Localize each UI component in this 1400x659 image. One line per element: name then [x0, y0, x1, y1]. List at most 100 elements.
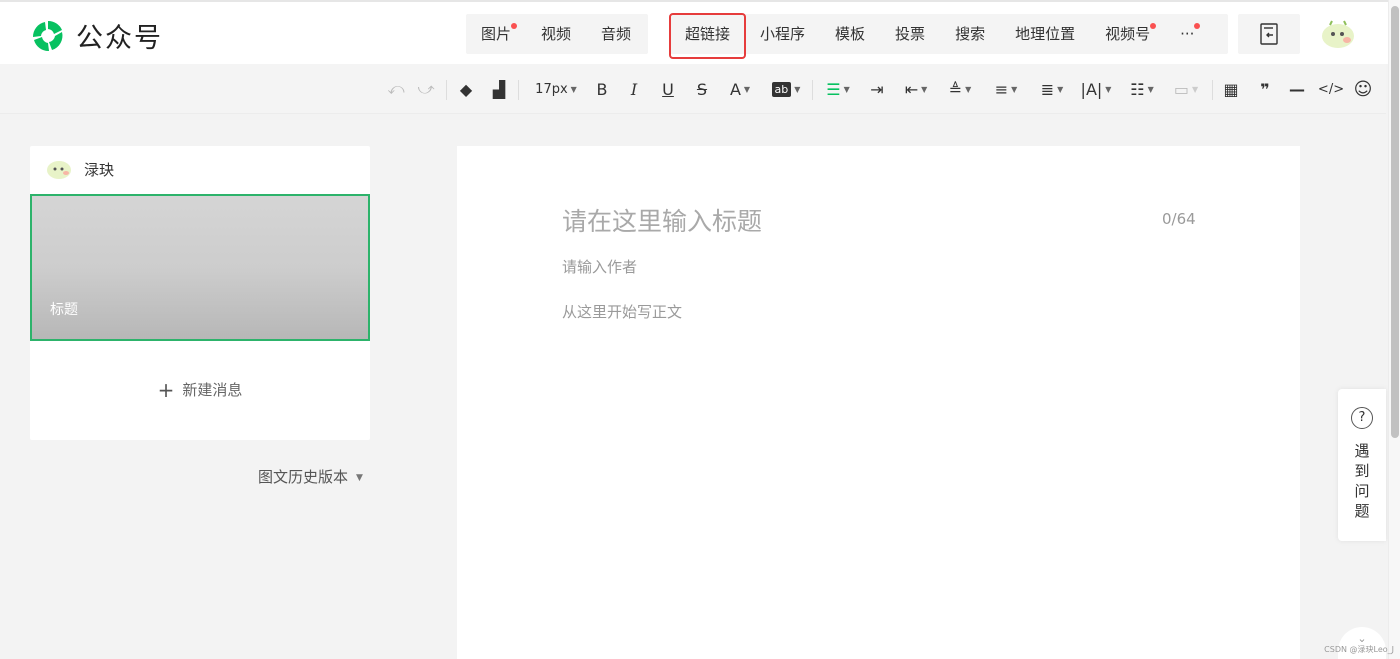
help-label: 遇到问题 [1354, 442, 1370, 520]
insert-video-button[interactable]: 视频 [526, 14, 586, 54]
strikethrough-icon[interactable]: S [692, 64, 712, 114]
format-painter-icon[interactable]: ▟ [488, 64, 510, 114]
insert-channels-label: 视频号 [1105, 25, 1151, 43]
indent-icon[interactable]: ⇥ [866, 64, 888, 114]
help-label-wrap: 遇到问题 [1338, 441, 1386, 521]
document-import-icon [1260, 23, 1278, 45]
caret-down-icon: ▼ [1057, 84, 1064, 94]
watermark: CSDN @渌玦Leo_J [1324, 645, 1394, 654]
font-size-value: 17px [535, 81, 568, 97]
insert-hyperlink-button[interactable]: 超链接 [670, 14, 745, 54]
italic-icon[interactable]: I [624, 64, 644, 114]
page-scrollbar[interactable] [1388, 0, 1400, 659]
caret-down-icon: ▼ [1147, 84, 1154, 94]
account-row: 渌玦 [46, 158, 114, 180]
background-color-icon[interactable]: ab ▼ [768, 64, 804, 114]
insert-search-button[interactable]: 搜索 [940, 14, 1000, 54]
letter-spacing-icon[interactable]: |A| ▼ [1078, 64, 1114, 114]
new-badge-dot [511, 23, 518, 29]
caret-down-icon: ▼ [1191, 84, 1199, 94]
font-size-select[interactable]: 17px ▼ [530, 64, 582, 114]
insert-hyperlink-label: 超链接 [685, 25, 731, 43]
caret-down-icon: ▼ [356, 473, 363, 483]
content-insert-group: 超链接 小程序 模板 投票 搜索 地理位置 视频号 ··· [670, 14, 1228, 54]
history-versions-dropdown[interactable]: 图文历史版本 ▼ [258, 466, 363, 487]
indent-first-icon[interactable]: ≣ ▼ [1034, 64, 1070, 114]
wechat-mp-logo-icon [32, 20, 63, 51]
new-message-button[interactable]: + 新建消息 [30, 378, 370, 402]
outdent-icon[interactable]: ⇤ ▼ [898, 64, 934, 114]
toolbar-divider [518, 80, 519, 100]
clear-format-icon[interactable]: ◆ [455, 64, 477, 114]
account-name: 渌玦 [84, 160, 115, 179]
align-icon[interactable]: ☰ ▼ [820, 64, 856, 114]
insert-vote-label: 投票 [895, 25, 926, 43]
logo[interactable]: 公众号 [30, 16, 163, 55]
article-item-title: 标题 [50, 302, 78, 318]
table-icon[interactable]: ▦ [1220, 64, 1242, 114]
redo-icon[interactable]: ⤻ [416, 64, 436, 114]
underline-icon[interactable]: U [658, 64, 678, 114]
plus-icon: + [157, 378, 175, 402]
insert-template-button[interactable]: 模板 [820, 14, 880, 54]
divider-icon[interactable]: — [1286, 64, 1308, 114]
list-icon[interactable]: ☷ ▼ [1124, 64, 1160, 114]
caret-down-icon: ▼ [843, 84, 850, 94]
scrollbar-thumb[interactable] [1391, 6, 1399, 438]
more-options-button[interactable]: ··· [1165, 14, 1209, 54]
caret-down-icon: ▼ [1011, 84, 1018, 94]
insert-audio-label: 音频 [601, 25, 632, 43]
caret-down-icon: ▼ [1105, 84, 1112, 94]
caret-down-icon: ▼ [570, 84, 577, 94]
insert-template-label: 模板 [835, 25, 866, 43]
insert-vote-button[interactable]: 投票 [880, 14, 940, 54]
insert-miniprogram-label: 小程序 [760, 25, 806, 43]
insert-channels-button[interactable]: 视频号 [1090, 14, 1165, 54]
insert-image-button[interactable]: 图片 [466, 14, 526, 54]
caret-down-icon: ▼ [794, 84, 801, 94]
history-versions-label: 图文历史版本 [258, 468, 349, 486]
new-badge-dot [1150, 23, 1157, 29]
insert-search-label: 搜索 [955, 25, 986, 43]
media-insert-group: 图片 视频 音频 [466, 14, 648, 54]
emoji-icon[interactable]: ☺ [1352, 64, 1374, 114]
toolbar-divider [1212, 80, 1213, 100]
help-panel[interactable]: ? 遇到问题 [1338, 389, 1386, 541]
toolbar-divider [446, 80, 447, 100]
insert-miniprogram-button[interactable]: 小程序 [745, 14, 820, 54]
bold-icon[interactable]: B [592, 64, 612, 114]
float-icon[interactable]: ▭ ▼ [1168, 64, 1204, 114]
code-icon[interactable]: </> [1318, 64, 1344, 114]
author-input[interactable]: 请输入作者 [562, 256, 637, 277]
insert-video-label: 视频 [541, 25, 572, 43]
insert-location-button[interactable]: 地理位置 [1000, 14, 1090, 54]
new-message-label: 新建消息 [182, 381, 243, 399]
caret-down-icon: ▼ [965, 84, 972, 94]
quote-icon[interactable]: ❞ [1254, 64, 1276, 114]
question-icon: ? [1351, 407, 1373, 429]
title-input[interactable]: 请在这里输入标题 [562, 202, 762, 238]
article-editor: 请在这里输入标题 0/64 请输入作者 从这里开始写正文 [457, 146, 1300, 659]
article-list-card: 渌玦 标题 + 新建消息 [30, 146, 370, 440]
title-char-count: 0/64 [1162, 210, 1196, 228]
insert-location-label: 地理位置 [1015, 25, 1076, 43]
top-bar: 公众号 图片 视频 音频 超链接 小程序 模板 投票 搜索 地理位置 视频号 ·… [0, 0, 1400, 64]
paragraph-spacing-icon[interactable]: ≡ ▼ [988, 64, 1024, 114]
more-icon: ··· [1180, 25, 1195, 43]
undo-icon[interactable]: ⤺ [386, 64, 406, 114]
insert-audio-button[interactable]: 音频 [586, 14, 646, 54]
new-badge-dot [1194, 23, 1201, 29]
caret-down-icon: ▼ [743, 84, 751, 94]
avatar-icon[interactable] [1320, 18, 1356, 50]
format-toolbar: ⤺ ⤻ ◆ ▟ 17px ▼ B I U S A ▼ ab ▼ ☰ ▼ ⇥ ⇤ ▼ ≜ ▼ … [0, 64, 1386, 114]
import-document-button[interactable] [1238, 14, 1300, 54]
caret-down-icon: ▼ [921, 84, 928, 94]
insert-image-label: 图片 [481, 25, 512, 43]
avatar-icon [47, 161, 71, 179]
app-title: 公众号 [76, 23, 163, 54]
font-color-icon[interactable]: A ▼ [724, 64, 756, 114]
body-editor[interactable]: 从这里开始写正文 [562, 301, 682, 322]
article-item-selected[interactable]: 标题 [30, 194, 370, 341]
toolbar-divider [812, 80, 813, 100]
line-height-icon[interactable]: ≜ ▼ [942, 64, 978, 114]
